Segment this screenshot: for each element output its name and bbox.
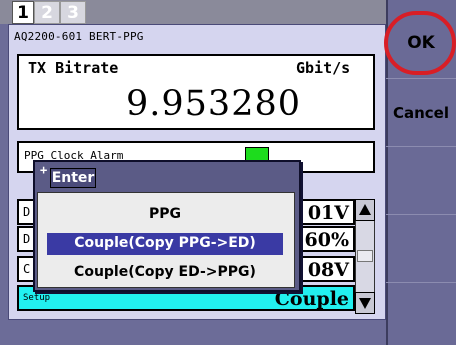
arrow-up-icon xyxy=(359,204,371,215)
softkey-separator xyxy=(386,214,456,215)
option-ppg[interactable]: PPG xyxy=(47,204,283,226)
enter-popup-title: Enter xyxy=(50,168,96,188)
tx-bitrate-unit: Gbit/s xyxy=(296,59,351,77)
softkey-separator xyxy=(386,282,456,283)
setup-row-label: Setup xyxy=(23,293,51,303)
setting-row-label: D xyxy=(23,232,31,246)
setting-row-value: 08V xyxy=(307,259,349,281)
scroll-up-button[interactable] xyxy=(355,199,375,221)
option-couple-ed-to-ppg[interactable]: Couple(Copy ED->PPG) xyxy=(47,262,283,284)
tx-bitrate-label: TX Bitrate xyxy=(28,59,119,77)
option-couple-ppg-to-ed[interactable]: Couple(Copy PPG->ED) xyxy=(47,233,283,255)
plus-icon: + xyxy=(40,163,48,177)
ok-button[interactable]: OK xyxy=(386,16,456,70)
scroll-down-button[interactable] xyxy=(355,292,375,314)
setting-row-label: C xyxy=(23,262,31,276)
cancel-button[interactable]: Cancel xyxy=(386,98,456,128)
arrow-down-icon xyxy=(359,298,371,309)
tab-2[interactable]: 2 xyxy=(34,1,60,24)
scrollbar-thumb[interactable] xyxy=(357,250,373,262)
model-label: AQ2200-601 BERT-PPG xyxy=(14,30,144,43)
tx-bitrate-value: 9.953280 xyxy=(126,84,302,124)
tab-3[interactable]: 3 xyxy=(60,1,86,24)
setting-row-value: 01V xyxy=(307,202,349,224)
setting-row-label: D xyxy=(23,205,31,219)
tab-1[interactable]: 1 xyxy=(12,1,34,24)
setting-row-value: 60% xyxy=(304,229,350,251)
softkey-separator xyxy=(386,78,456,79)
softkey-separator xyxy=(386,146,456,147)
